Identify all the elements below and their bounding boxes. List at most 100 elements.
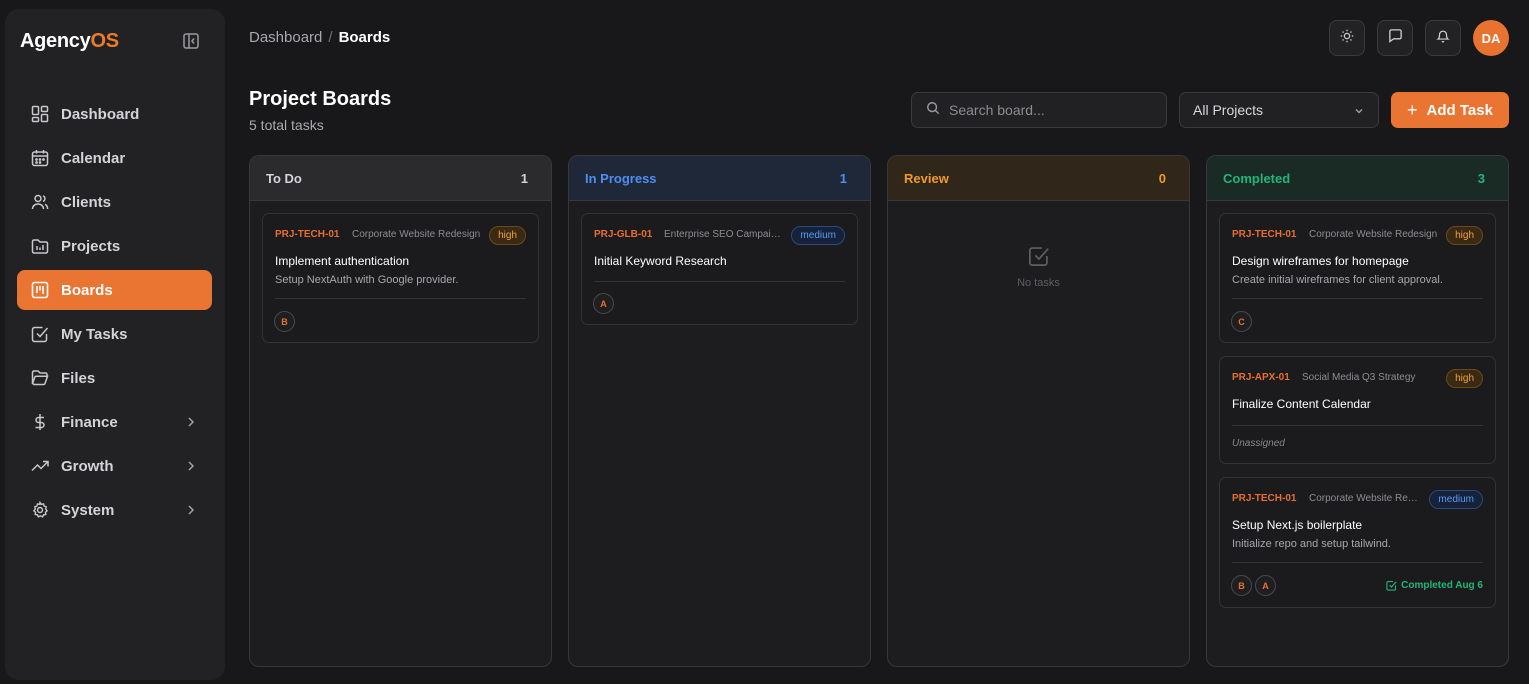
task-project: Corporate Website Redesign: [1309, 229, 1438, 240]
dollar-icon: [30, 412, 50, 432]
task-project: Enterprise SEO Campaign: [664, 229, 781, 240]
task-title: Implement authentication: [275, 254, 410, 268]
sidebar-item-boards[interactable]: Boards: [17, 270, 212, 310]
kanban-icon: [30, 280, 50, 300]
sidebar-item-label: System: [61, 501, 115, 519]
task-project: Social Media Q3 Strategy: [1302, 372, 1416, 383]
trending-up-icon: [30, 456, 50, 476]
column-count: 1: [839, 170, 847, 186]
folder-icon: [30, 368, 50, 388]
completed-date-label: Completed Aug 6: [1401, 580, 1483, 591]
sidebar-collapse-icon[interactable]: [182, 32, 200, 50]
unassigned-label: Unassigned: [1232, 438, 1285, 449]
task-card[interactable]: PRJ-GLB-01 Enterprise SEO Campaign mediu…: [581, 213, 858, 325]
projects-icon: [30, 236, 50, 256]
chevron-right-icon: [184, 459, 198, 473]
sidebar-item-finance[interactable]: Finance: [17, 402, 212, 442]
board-column-review: Review 0 No tasks: [887, 155, 1190, 667]
sidebar-item-clients[interactable]: Clients: [17, 182, 212, 222]
sidebar-item-dashboard[interactable]: Dashboard: [17, 94, 212, 134]
column-title: In Progress: [585, 170, 657, 186]
gear-icon: [30, 500, 50, 520]
message-square-icon: [1388, 28, 1403, 48]
sidebar-item-calendar[interactable]: Calendar: [17, 138, 212, 178]
layout-grid-icon: [30, 104, 50, 124]
task-description: Create initial wireframes for client app…: [1232, 274, 1443, 286]
column-header: To Do 1: [250, 156, 551, 201]
bell-icon: [1436, 29, 1450, 48]
sun-icon: [1340, 29, 1354, 48]
check-square-icon: [30, 324, 50, 344]
users-icon: [30, 192, 50, 212]
task-card[interactable]: PRJ-TECH-01 Corporate Website Redesign h…: [1219, 213, 1496, 343]
assignee-avatar[interactable]: A: [593, 293, 614, 314]
task-card[interactable]: PRJ-APX-01 Social Media Q3 Strategy high…: [1219, 356, 1496, 464]
priority-badge: high: [489, 226, 526, 245]
notifications-button[interactable]: [1425, 20, 1461, 56]
sidebar-item-label: Growth: [61, 457, 114, 475]
empty-state: No tasks: [888, 245, 1189, 289]
sidebar-item-label: Projects: [61, 237, 121, 255]
assignee-avatar[interactable]: B: [274, 311, 295, 332]
priority-badge: high: [1446, 226, 1483, 245]
breadcrumb-dashboard-link[interactable]: Dashboard: [249, 29, 322, 46]
sidebar-item-label: Calendar: [61, 149, 126, 167]
task-code: PRJ-APX-01: [1232, 372, 1290, 383]
project-filter-value: All Projects: [1193, 102, 1264, 118]
theme-toggle-button[interactable]: [1329, 20, 1365, 56]
calendar-icon: [30, 148, 50, 168]
board-column-completed: Completed 3 PRJ-TECH-01 Corporate Websit…: [1206, 155, 1509, 667]
sidebar-item-label: Clients: [61, 193, 112, 211]
plus-icon: +: [1407, 100, 1418, 120]
task-title: Finalize Content Calendar: [1232, 397, 1371, 411]
sidebar-item-files[interactable]: Files: [17, 358, 212, 398]
column-header: Review 0: [888, 156, 1189, 201]
search-board-field[interactable]: [911, 92, 1167, 128]
add-task-label: Add Task: [1426, 101, 1493, 119]
card-divider: [1232, 425, 1483, 426]
sidebar-item-label: Files: [61, 369, 96, 387]
task-code: PRJ-GLB-01: [594, 229, 653, 240]
breadcrumb-current: Boards: [338, 29, 391, 46]
check-square-icon: [888, 245, 1189, 267]
assignee-avatar[interactable]: C: [1231, 311, 1252, 332]
search-input[interactable]: [949, 102, 1149, 118]
column-header: Completed 3: [1207, 156, 1508, 201]
user-avatar[interactable]: DA: [1473, 20, 1509, 56]
project-filter-select[interactable]: All Projects: [1179, 92, 1379, 128]
task-card[interactable]: PRJ-TECH-01 Corporate Website Redesign m…: [1219, 477, 1496, 608]
add-task-button[interactable]: + Add Task: [1391, 92, 1509, 128]
sidebar-item-system[interactable]: System: [17, 490, 212, 530]
board-column-todo: To Do 1 PRJ-TECH-01 Corporate Website Re…: [249, 155, 552, 667]
card-divider: [1232, 298, 1483, 299]
column-title: To Do: [266, 170, 302, 186]
column-title: Completed: [1223, 170, 1291, 186]
search-icon: [926, 101, 940, 120]
sidebar-nav: Dashboard Calendar Clients Projects Boar…: [17, 94, 212, 534]
assignee-avatar[interactable]: B: [1231, 575, 1252, 596]
assignee-avatar[interactable]: A: [1255, 575, 1276, 596]
task-project: Corporate Website Redesign: [1309, 493, 1423, 504]
app-logo[interactable]: AgencyOS: [20, 30, 119, 53]
sidebar-item-my-tasks[interactable]: My Tasks: [17, 314, 212, 354]
task-code: PRJ-TECH-01: [1232, 229, 1297, 240]
task-description: Setup NextAuth with Google provider.: [275, 274, 459, 286]
breadcrumb: Dashboard / Boards: [249, 29, 390, 46]
sidebar-item-label: Finance: [61, 413, 118, 431]
priority-badge: high: [1446, 369, 1483, 388]
breadcrumb-separator: /: [328, 29, 333, 46]
board-column-in-progress: In Progress 1 PRJ-GLB-01 Enterprise SEO …: [568, 155, 871, 667]
chevron-right-icon: [184, 503, 198, 517]
completed-date: Completed Aug 6: [1386, 580, 1483, 591]
task-description: Initialize repo and setup tailwind.: [1232, 538, 1391, 550]
sidebar-item-label: Dashboard: [61, 105, 140, 123]
chevron-down-icon: [1353, 104, 1365, 120]
messages-button[interactable]: [1377, 20, 1413, 56]
column-count: 0: [1158, 170, 1166, 186]
task-card[interactable]: PRJ-TECH-01 Corporate Website Redesign h…: [262, 213, 539, 343]
task-title: Setup Next.js boilerplate: [1232, 518, 1363, 532]
sidebar: AgencyOS Dashboard Calendar Clients Proj…: [5, 9, 225, 680]
column-header: In Progress 1: [569, 156, 870, 201]
sidebar-item-projects[interactable]: Projects: [17, 226, 212, 266]
sidebar-item-growth[interactable]: Growth: [17, 446, 212, 486]
